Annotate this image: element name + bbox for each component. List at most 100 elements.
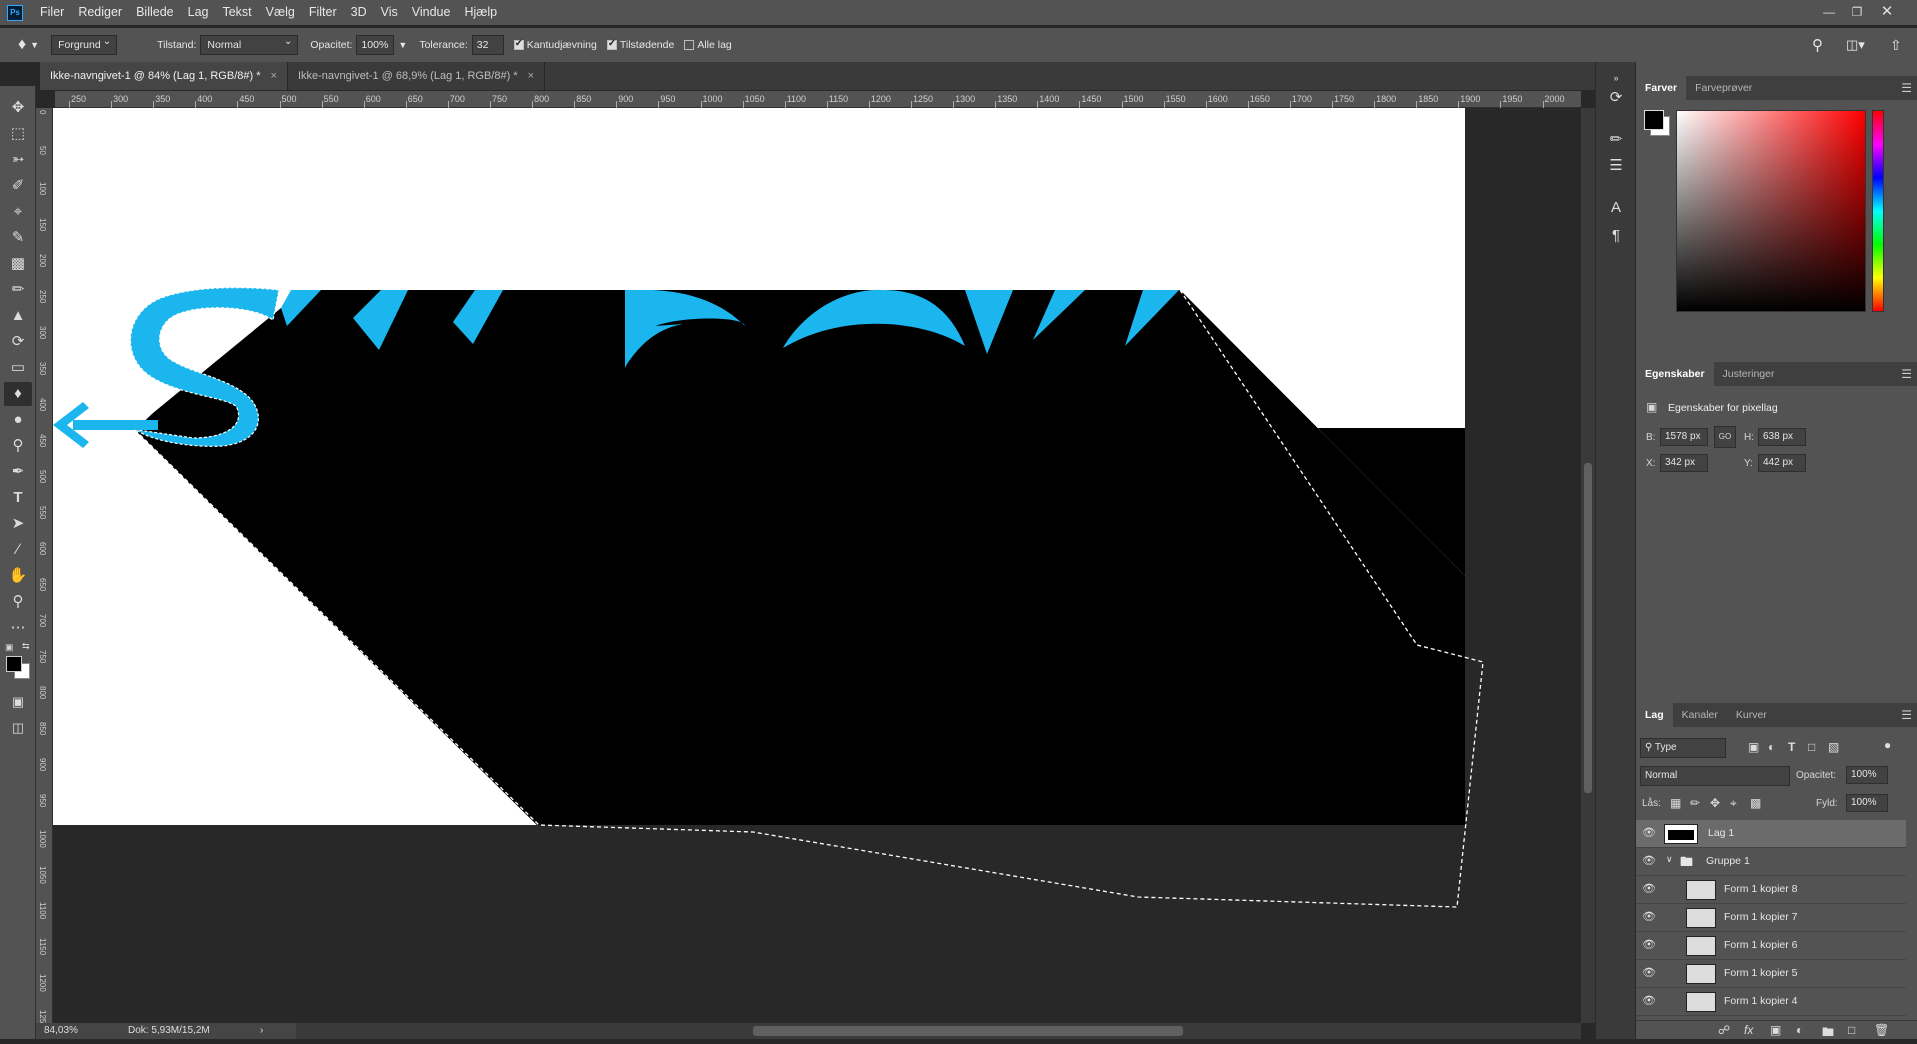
- layer-name[interactable]: Gruppe 1: [1706, 855, 1750, 867]
- hand-icon[interactable]: ✋: [4, 564, 32, 588]
- visibility-eye-icon[interactable]: 👁: [1642, 939, 1656, 951]
- visibility-eye-icon[interactable]: 👁: [1642, 855, 1656, 867]
- layer-filter-select[interactable]: ⚲ Type: [1640, 738, 1726, 758]
- default-colors-icon[interactable]: ▣: [5, 642, 14, 653]
- hue-slider[interactable]: [1872, 110, 1884, 312]
- menu-help[interactable]: Hjælp: [457, 0, 504, 25]
- tab-document-1[interactable]: Ikke-navngivet-1 @ 84% (Lag 1, RGB/8#) *…: [40, 62, 288, 90]
- dodge-icon[interactable]: ⚲: [4, 434, 32, 458]
- fill-source-select[interactable]: Forgrund: [51, 33, 118, 55]
- zoom-icon[interactable]: ⚲: [4, 590, 32, 614]
- layer-row-form-kopier-7[interactable]: 👁 Form 1 kopier 7: [1636, 904, 1906, 932]
- healing-icon[interactable]: ▩: [4, 252, 32, 276]
- y-field[interactable]: 442 px: [1758, 454, 1806, 472]
- search-icon[interactable]: ⚲: [1812, 36, 1823, 54]
- brush-settings-icon[interactable]: ✏: [1604, 128, 1628, 152]
- move-icon[interactable]: ✥: [4, 96, 32, 120]
- menu-layer[interactable]: Lag: [181, 0, 216, 25]
- line-icon[interactable]: ∕: [4, 538, 32, 562]
- collapse-dock-icon[interactable]: »: [1604, 72, 1628, 84]
- menu-filter[interactable]: Filter: [302, 0, 344, 25]
- visibility-eye-icon[interactable]: 👁: [1642, 967, 1656, 979]
- marquee-icon[interactable]: ⬚: [4, 122, 32, 146]
- tab-swatches[interactable]: Farveprøver: [1686, 76, 1761, 100]
- blur-icon[interactable]: ●: [4, 408, 32, 432]
- new-group-icon[interactable]: 🖿: [1822, 1023, 1834, 1044]
- panel-menu-icon[interactable]: ☰: [1901, 76, 1912, 100]
- pen-icon[interactable]: ✒: [4, 460, 32, 484]
- paint-bucket-icon[interactable]: ♦: [4, 382, 32, 406]
- layer-opacity-field[interactable]: 100%: [1846, 766, 1888, 784]
- filter-adjust-icon[interactable]: ◐: [1768, 740, 1775, 754]
- color-picker-field[interactable]: [1676, 110, 1866, 312]
- width-field[interactable]: 1578 px: [1660, 428, 1708, 446]
- panel-menu-icon[interactable]: ☰: [1901, 362, 1912, 386]
- color-foreground-swatch[interactable]: [1644, 110, 1664, 130]
- eraser-icon[interactable]: ▭: [4, 356, 32, 380]
- tab-colors[interactable]: Farver: [1636, 76, 1687, 100]
- eyedropper-icon[interactable]: ✎: [4, 226, 32, 250]
- paragraph-icon[interactable]: ¶: [1604, 224, 1628, 248]
- visibility-eye-icon[interactable]: 👁: [1642, 995, 1656, 1007]
- blend-mode-select[interactable]: Normal: [1640, 766, 1790, 786]
- photoshop-logo-icon[interactable]: Ps: [7, 4, 23, 21]
- layer-name[interactable]: Form 1 kopier 6: [1724, 939, 1798, 951]
- menu-window[interactable]: Vindue: [405, 0, 458, 25]
- layer-name[interactable]: Form 1 kopier 7: [1724, 911, 1798, 923]
- layer-name[interactable]: Form 1 kopier 5: [1724, 967, 1798, 979]
- foreground-color-swatch[interactable]: [6, 656, 22, 672]
- layer-row-form-kopier-4[interactable]: 👁 Form 1 kopier 4: [1636, 988, 1906, 1016]
- menu-select[interactable]: Vælg: [259, 0, 302, 25]
- layer-name[interactable]: Form 1 kopier 4: [1724, 995, 1798, 1007]
- canvas-svg[interactable]: [53, 108, 1581, 1023]
- layer-row-form-kopier-6[interactable]: 👁 Form 1 kopier 6: [1636, 932, 1906, 960]
- type-icon[interactable]: T: [4, 486, 32, 510]
- link-dimensions-icon[interactable]: GO: [1714, 426, 1736, 448]
- filter-toggle-icon[interactable]: ●: [1884, 738, 1891, 752]
- adjustment-layer-icon[interactable]: ◐: [1796, 1023, 1803, 1037]
- menu-3d[interactable]: 3D: [344, 0, 374, 25]
- height-field[interactable]: 638 px: [1758, 428, 1806, 446]
- filter-smart-icon[interactable]: ▧: [1828, 740, 1839, 754]
- status-menu-icon[interactable]: ›: [260, 1023, 263, 1039]
- history-icon[interactable]: ⟳: [1604, 86, 1628, 110]
- layer-row-gruppe-1[interactable]: 👁 ∨ 🖿 Gruppe 1: [1636, 848, 1906, 876]
- opacity-input[interactable]: 100%: [356, 35, 395, 55]
- layer-row-lag-1[interactable]: 👁 Lag 1: [1636, 820, 1906, 848]
- quick-select-icon[interactable]: ✐: [4, 174, 32, 198]
- tab-paths[interactable]: Kurver: [1727, 703, 1776, 727]
- canvas-area[interactable]: [53, 108, 1581, 1023]
- layer-row-form-kopier-8[interactable]: 👁 Form 1 kopier 8: [1636, 876, 1906, 904]
- menu-type[interactable]: Tekst: [215, 0, 258, 25]
- group-expand-icon[interactable]: ∨: [1666, 854, 1673, 865]
- tab-channels[interactable]: Kanaler: [1673, 703, 1727, 727]
- path-select-icon[interactable]: ➤: [4, 512, 32, 536]
- chevron-down-icon[interactable]: ▼: [30, 40, 39, 50]
- lock-position-icon[interactable]: ✥: [1710, 796, 1720, 810]
- filter-shape-icon[interactable]: □: [1808, 740, 1815, 754]
- layer-name[interactable]: Lag 1: [1708, 827, 1734, 839]
- panel-menu-icon[interactable]: ☰: [1901, 703, 1912, 727]
- delete-layer-icon[interactable]: 🗑: [1874, 1023, 1889, 1037]
- character-icon[interactable]: A: [1604, 196, 1628, 220]
- vertical-scrollbar[interactable]: [1581, 108, 1595, 1023]
- visibility-eye-icon[interactable]: 👁: [1642, 883, 1656, 895]
- share-icon[interactable]: ⇧: [1890, 37, 1902, 54]
- zoom-level[interactable]: 84,03%: [44, 1023, 78, 1039]
- minimize-icon[interactable]: —: [1818, 3, 1840, 21]
- lock-all-icon[interactable]: ▩: [1750, 796, 1761, 810]
- new-layer-icon[interactable]: □: [1848, 1023, 1855, 1037]
- all-layers-checkbox[interactable]: [684, 40, 695, 50]
- fx-icon[interactable]: fx: [1744, 1023, 1753, 1037]
- antialias-checkbox[interactable]: [513, 38, 524, 50]
- paint-bucket-preset-icon[interactable]: ♦: [18, 36, 26, 54]
- brush-icon[interactable]: ✏: [4, 278, 32, 302]
- menu-file[interactable]: Filer: [33, 0, 71, 25]
- filter-pixel-icon[interactable]: ▣: [1748, 740, 1759, 754]
- adjust-icon[interactable]: ☰: [1604, 154, 1628, 178]
- filter-type-icon[interactable]: T: [1788, 740, 1795, 754]
- tab-layers[interactable]: Lag: [1636, 703, 1673, 727]
- swap-colors-icon[interactable]: ⇆: [22, 641, 30, 652]
- vertical-scroll-thumb[interactable]: [1584, 463, 1592, 793]
- crop-icon[interactable]: ⌖: [4, 200, 32, 224]
